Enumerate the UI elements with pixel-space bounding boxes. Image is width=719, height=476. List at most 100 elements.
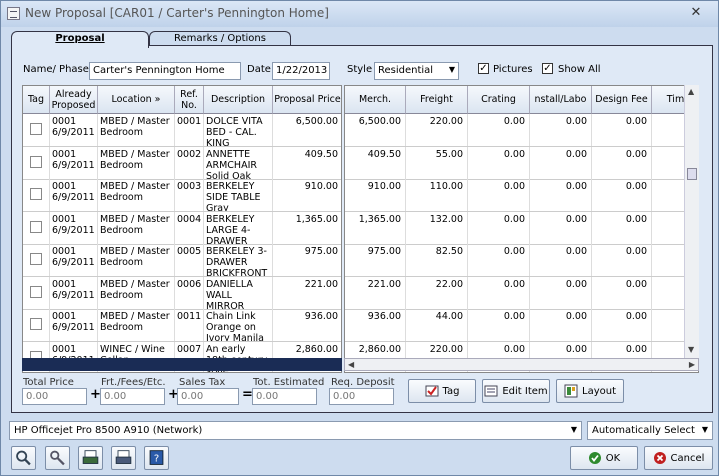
scroll-down-icon[interactable]: ▼	[688, 345, 694, 354]
close-button[interactable]: ✕	[686, 5, 706, 21]
table-row[interactable]: 936.00 44.00 0.00 0.00 0.00	[345, 309, 685, 342]
cell-location[interactable]: MBED / Master Bedroom	[98, 211, 175, 244]
scroll-thumb[interactable]	[687, 168, 697, 180]
cell-crating[interactable]: 0.00	[468, 309, 530, 341]
cell-crating[interactable]: 0.00	[468, 244, 530, 276]
cell-install-labor[interactable]: 0.00	[530, 276, 592, 309]
col-already-proposed[interactable]: Already Proposed	[50, 86, 98, 114]
cell-install-labor[interactable]: 0.00	[530, 309, 592, 341]
table-row[interactable]: 221.00 22.00 0.00 0.00 0.00	[345, 276, 685, 310]
cell-already-proposed[interactable]: 0001 6/9/2011	[50, 309, 98, 341]
table-row[interactable]: 0001 6/9/2011 MBED / Master Bedroom 0011 Ch…	[23, 309, 341, 342]
cell-location[interactable]: MBED / Master Bedroom	[98, 179, 175, 211]
table-row[interactable]: 0001 6/9/2011 MBED / Master Bedroom 0001 DO…	[23, 114, 341, 147]
cell-merch[interactable]: 409.50	[345, 146, 406, 179]
table-row[interactable]: 910.00 110.00 0.00 0.00 0.00	[345, 179, 685, 212]
cell-merch[interactable]: 910.00	[345, 179, 406, 211]
cell-design-fee[interactable]: 0.00	[592, 211, 652, 244]
cell-location[interactable]: MBED / Master Bedroom	[98, 276, 175, 309]
tot-estimated-field[interactable]: 0.00	[252, 388, 317, 405]
cell-crating[interactable]: 0.00	[468, 114, 530, 146]
req-deposit-field[interactable]: 0.00	[329, 388, 394, 405]
cell-description[interactable]: Chain Link Orange on Ivory Manila	[204, 309, 273, 341]
cell-tag[interactable]	[23, 211, 50, 244]
table-row[interactable]: 0001 6/9/2011 MBED / Master Bedroom 0006 DA…	[23, 276, 341, 310]
tab-remarks-options[interactable]: Remarks / Options	[149, 31, 291, 46]
horizontal-scrollbar-left[interactable]	[22, 358, 342, 371]
cell-ref-no[interactable]: 0011	[175, 309, 204, 341]
cell-freight[interactable]: 110.00	[406, 179, 468, 211]
cell-ref-no[interactable]: 0003	[175, 179, 204, 211]
cell-already-proposed[interactable]: 0001 6/9/2011	[50, 146, 98, 179]
cell-freight[interactable]: 220.00	[406, 114, 468, 146]
cell-merch[interactable]: 936.00	[345, 309, 406, 341]
cell-install-labor[interactable]: 0.00	[530, 211, 592, 244]
cell-proposal-price[interactable]: 1,365.00	[273, 212, 341, 244]
cell-install-labor[interactable]: 0.00	[530, 146, 592, 179]
printer-select[interactable]: HP Officejet Pro 8500 A910 (Network) ▼	[9, 421, 582, 440]
col-location[interactable]: Location »	[98, 86, 175, 114]
cell-crating[interactable]: 0.00	[468, 146, 530, 179]
cell-design-fee[interactable]: 0.00	[592, 179, 652, 211]
cell-freight[interactable]: 44.00	[406, 309, 468, 341]
show-all-checkbox[interactable]: ✓	[542, 63, 553, 74]
scroll-up-icon[interactable]: ▲	[688, 87, 694, 96]
help-button[interactable]: ?	[144, 446, 169, 470]
cell-proposal-price[interactable]: 6,500.00	[273, 114, 341, 146]
cell-description[interactable]: DOLCE VITA BED - CAL. KING	[204, 114, 273, 146]
cell-install-labor[interactable]: 0.00	[530, 114, 592, 146]
cell-already-proposed[interactable]: 0001 6/9/2011	[50, 114, 98, 146]
table-row[interactable]: 0001 6/9/2011 MBED / Master Bedroom 0003 BE…	[23, 179, 341, 212]
col-tag[interactable]: Tag	[23, 86, 50, 114]
cell-already-proposed[interactable]: 0001 6/9/2011	[50, 276, 98, 309]
cell-design-fee[interactable]: 0.00	[592, 114, 652, 146]
cell-ref-no[interactable]: 0006	[175, 276, 204, 309]
cell-ref-no[interactable]: 0004	[175, 211, 204, 244]
scroll-left-icon[interactable]: ◀	[348, 359, 354, 370]
cell-tag[interactable]	[23, 244, 50, 276]
cancel-button[interactable]: Cancel	[644, 446, 713, 470]
tag-button[interactable]: Tag	[408, 379, 476, 403]
cell-freight[interactable]: 82.50	[406, 244, 468, 276]
print-button[interactable]	[111, 446, 136, 470]
pictures-checkbox[interactable]: ✓	[478, 63, 489, 74]
cell-crating[interactable]: 0.00	[468, 179, 530, 211]
cell-design-fee[interactable]: 0.00	[592, 276, 652, 309]
col-design-fee[interactable]: Design Fee	[592, 86, 652, 114]
table-row[interactable]: 0001 6/9/2011 MBED / Master Bedroom 0004 BE…	[23, 211, 341, 245]
layout-button[interactable]: Layout	[556, 379, 624, 403]
col-install-labor[interactable]: nstall/Labo	[530, 86, 592, 114]
tab-proposal[interactable]: Proposal	[11, 31, 149, 48]
total-price-field[interactable]: 0.00	[22, 388, 87, 405]
cell-already-proposed[interactable]: 0001 6/9/2011	[50, 179, 98, 211]
cell-description[interactable]: BERKELEY SIDE TABLE Gray Cerused	[204, 179, 273, 211]
cell-tag[interactable]	[23, 309, 50, 341]
cell-freight[interactable]: 55.00	[406, 146, 468, 179]
horizontal-scrollbar-right[interactable]: ◀ ▶	[344, 358, 699, 371]
name-phase-input[interactable]: Carter's Pennington Home	[89, 62, 241, 80]
tag-checkbox[interactable]	[30, 220, 42, 233]
cell-proposal-price[interactable]: 936.00	[273, 309, 341, 341]
sales-tax-field[interactable]: 0.00	[177, 388, 239, 405]
cell-location[interactable]: MBED / Master Bedroom	[98, 244, 175, 276]
col-ref-no[interactable]: Ref. No.	[175, 86, 204, 114]
cell-already-proposed[interactable]: 0001 6/9/2011	[50, 244, 98, 276]
cell-merch[interactable]: 975.00	[345, 244, 406, 276]
scroll-right-icon[interactable]: ▶	[689, 359, 695, 370]
cell-tag[interactable]	[23, 114, 50, 146]
tag-checkbox[interactable]	[30, 188, 42, 200]
table-row[interactable]: 0001 6/9/2011 MBED / Master Bedroom 0005 BE…	[23, 244, 341, 277]
table-row[interactable]: 6,500.00 220.00 0.00 0.00 0.00	[345, 114, 685, 147]
cell-ref-no[interactable]: 0005	[175, 244, 204, 276]
cell-merch[interactable]: 6,500.00	[345, 114, 406, 146]
cell-description[interactable]: BERKELEY LARGE 4-DRAWER	[204, 211, 273, 244]
col-description[interactable]: Description	[204, 86, 273, 114]
col-merch[interactable]: Merch.	[345, 86, 406, 114]
search-tool-button[interactable]	[11, 446, 36, 470]
cell-install-labor[interactable]: 0.00	[530, 179, 592, 211]
frt-fees-field[interactable]: 0.00	[100, 388, 165, 405]
cell-freight[interactable]: 132.00	[406, 211, 468, 244]
ok-button[interactable]: OK	[570, 446, 638, 470]
cell-already-proposed[interactable]: 0001 6/9/2011	[50, 211, 98, 244]
cell-location[interactable]: MBED / Master Bedroom	[98, 309, 175, 341]
